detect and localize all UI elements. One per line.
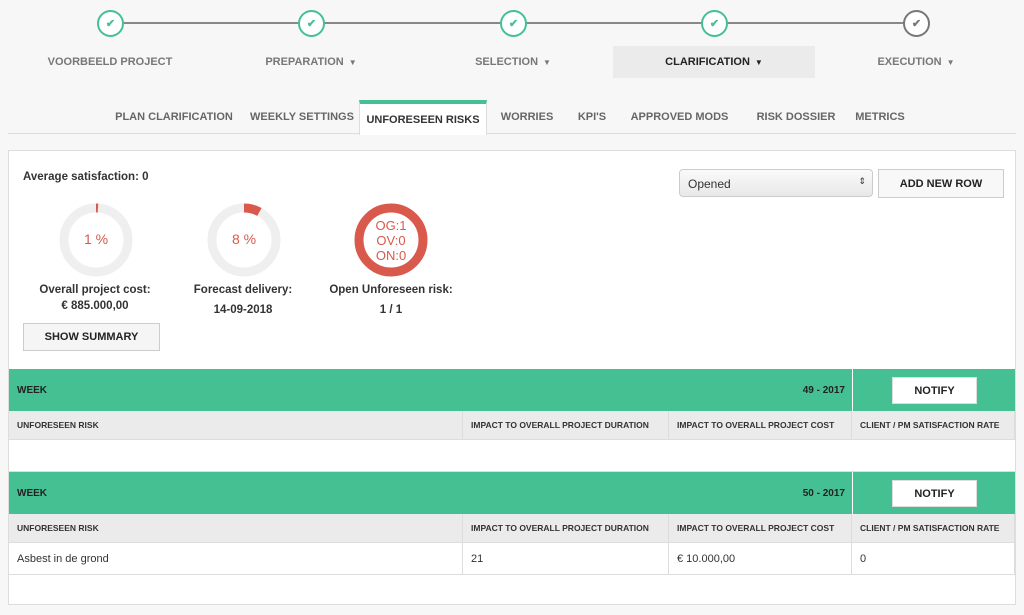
risk-count: 1 / 1 (379, 304, 403, 316)
cost-label: Overall project cost: € 885.000,00 (15, 284, 175, 312)
stage-label: PREPARATION (265, 56, 344, 68)
week-header: WEEK 49 - 2017 NOTIFY (9, 369, 1015, 411)
risk-ov: OV:0 (376, 233, 406, 248)
column-header: CLIENT / PM SATISFACTION RATE (852, 514, 1015, 542)
caret-down-icon: ▼ (946, 57, 955, 67)
stage-label: CLARIFICATION (665, 56, 750, 68)
stage-nav-preparation[interactable]: PREPARATION ▼ (210, 46, 412, 78)
stage-nav-clarification[interactable]: CLARIFICATION ▼ (613, 46, 815, 78)
delivery-label: Forecast delivery: 14-09-2018 (163, 284, 323, 316)
caret-down-icon: ▼ (754, 57, 763, 67)
unforeseen-risks-panel: Average satisfaction: 0 1 % 8 % OG:1 OV:… (8, 150, 1016, 605)
caret-down-icon: ▼ (348, 57, 357, 67)
risk-label: Open Unforeseen risk: 1 / 1 (311, 284, 471, 316)
step-3-check-icon: ✔ (500, 10, 527, 37)
status-filter-value: Opened (688, 177, 731, 191)
tab-approved-mods[interactable]: APPROVED MODS (617, 100, 742, 134)
column-header: UNFORESEEN RISK (9, 514, 463, 542)
table-cell: 0 (852, 543, 1015, 574)
step-4-check-icon: ✔ (701, 10, 728, 37)
stage-label: SELECTION (475, 56, 539, 68)
delivery-label-text: Forecast delivery: (193, 284, 293, 296)
caret-down-icon: ▼ (543, 57, 551, 67)
notify-button[interactable]: NOTIFY (892, 377, 977, 404)
column-header: IMPACT TO OVERALL PROJECT DURATION (463, 411, 669, 439)
average-satisfaction: Average satisfaction: 0 (23, 171, 149, 183)
cost-amount: € 885.000,00 (61, 300, 129, 312)
delivery-date: 14-09-2018 (213, 304, 273, 316)
tab-plan-clarification[interactable]: PLAN CLARIFICATION (110, 100, 238, 134)
table-cell: Asbest in de grond (9, 543, 463, 574)
step-5-check-icon: ✔ (903, 10, 930, 37)
 (852, 369, 853, 411)
risk-label-text: Open Unforeseen risk: (329, 284, 453, 296)
stage-nav-selection[interactable]: SELECTION ▼ (412, 46, 614, 78)
table-cell: 21 (463, 543, 669, 574)
week-header: WEEK 50 - 2017 NOTIFY (9, 472, 1015, 514)
stage-label: EXECUTION (877, 56, 942, 68)
tab-unforeseen-risks[interactable]: UNFORESEEN RISKS (359, 100, 487, 135)
week-label: WEEK (17, 488, 47, 499)
notify-button[interactable]: NOTIFY (892, 480, 977, 507)
tab-bar: PLAN CLARIFICATION WEEKLY SETTINGS UNFORES… (8, 100, 1016, 135)
cost-percent: 1 % (83, 231, 109, 247)
column-header-row: UNFORESEEN RISK IMPACT TO OVERALL PROJECT… (9, 411, 1015, 440)
risk-counts: OG:1 OV:0 ON:0 (350, 218, 432, 263)
week-label: WEEK (17, 385, 47, 396)
risk-on: ON:0 (375, 248, 407, 263)
step-2-check-icon: ✔ (298, 10, 325, 37)
table-row: Asbest in de grond 21 € 10.000,00 0 (9, 543, 1015, 575)
delivery-percent: 8 % (231, 231, 257, 247)
tab-weekly-settings[interactable]: WEEKLY SETTINGS (238, 100, 366, 134)
status-filter-select[interactable]: Opened ⇕ (679, 169, 873, 197)
column-header: IMPACT TO OVERALL PROJECT COST (669, 411, 852, 439)
table-cell: € 10.000,00 (669, 543, 852, 574)
select-arrows-icon: ⇕ (858, 176, 866, 186)
stage-label: VOORBEELD PROJECT (47, 56, 173, 68)
step-1-check-icon: ✔ (97, 10, 124, 37)
column-header: IMPACT TO OVERALL PROJECT COST (669, 514, 852, 542)
stage-nav-voorbeeld-project[interactable]: VOORBEELD PROJECT (9, 46, 211, 78)
add-new-row-button[interactable]: ADD NEW ROW (878, 169, 1004, 198)
week-number: 50 - 2017 (802, 488, 845, 499)
empty-row (9, 440, 1015, 472)
 (852, 472, 853, 514)
show-summary-button[interactable]: SHOW SUMMARY (23, 323, 160, 351)
week-number: 49 - 2017 (802, 385, 845, 396)
cost-label-text: Overall project cost: (39, 284, 151, 296)
column-header: IMPACT TO OVERALL PROJECT DURATION (463, 514, 669, 542)
stage-nav-execution[interactable]: EXECUTION ▼ (815, 46, 1017, 78)
risk-og: OG:1 (375, 218, 407, 233)
tab-kpi-s[interactable]: KPI'S (567, 100, 617, 134)
tab-risk-dossier[interactable]: RISK DOSSIER (742, 100, 850, 134)
column-header-row: UNFORESEEN RISK IMPACT TO OVERALL PROJECT… (9, 514, 1015, 543)
tab-worries[interactable]: WORRIES (487, 100, 567, 134)
column-header: CLIENT / PM SATISFACTION RATE (852, 411, 1015, 439)
column-header: UNFORESEEN RISK (9, 411, 463, 439)
tab-metrics[interactable]: METRICS (850, 100, 910, 134)
